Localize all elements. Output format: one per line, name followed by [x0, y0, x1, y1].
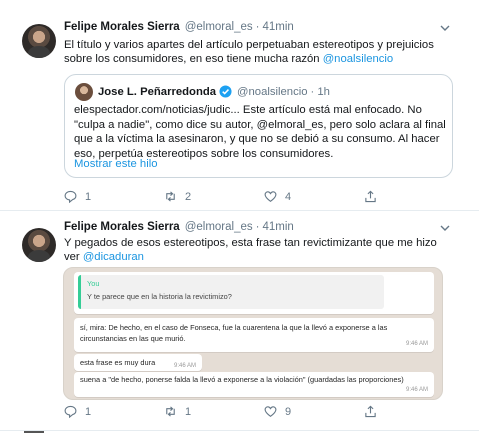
author-name[interactable]: Felipe Morales Sierra — [64, 21, 180, 33]
like-count: 9 — [285, 405, 292, 418]
chat-bubble: You Y te parece que en la historia la re… — [74, 272, 434, 314]
tweet-text-line: El título y varios apartes del artículo … — [64, 39, 434, 51]
dot-separator: · — [255, 21, 260, 33]
share-icon — [365, 190, 376, 203]
tweet-header: Felipe Morales Sierra @elmoral_es · 41mi… — [64, 21, 294, 33]
avatar[interactable] — [75, 83, 93, 101]
tweet-actions: 1 2 4 — [64, 190, 385, 203]
reply-icon — [64, 405, 77, 418]
retweet-icon — [166, 406, 175, 417]
chat-message-text: esta frase es muy dura — [80, 358, 156, 367]
heart-icon — [264, 406, 277, 418]
quoted-tweet-text: elespectador.com/noticias/judic... Este … — [74, 104, 446, 160]
chat-timestamp: 9:46 AM — [173, 363, 196, 369]
chat-message-text: suena a "de hecho, ponerse falda la llev… — [80, 375, 404, 384]
tweet-text: El título y varios apartes del artículo … — [64, 38, 459, 66]
reply-icon — [64, 190, 77, 203]
quoted-message: You Y te parece que en la historia la re… — [78, 275, 384, 309]
reply-button[interactable]: 1 — [64, 405, 164, 418]
attached-image[interactable]: You Y te parece que en la historia la re… — [63, 267, 443, 400]
tweet-2[interactable]: Felipe Morales Sierra @elmoral_es · 41mi… — [0, 211, 479, 431]
retweet-button[interactable]: 2 — [164, 190, 264, 203]
verified-badge-icon — [219, 85, 232, 98]
chevron-down-icon[interactable] — [439, 22, 451, 34]
retweet-count: 1 — [185, 405, 192, 418]
quoted-tweet-header: Jose L. Peñarredonda @noalsilencio · 1h — [98, 85, 330, 98]
avatar[interactable] — [22, 228, 56, 262]
quoted-tweet-time[interactable]: 1h — [317, 86, 330, 98]
like-count: 4 — [285, 190, 292, 203]
tweet-actions: 1 1 9 — [64, 405, 385, 418]
tweet-1[interactable]: Felipe Morales Sierra @elmoral_es · 41mi… — [0, 0, 479, 211]
mention-link[interactable]: @noalsilencio — [323, 53, 394, 65]
quoted-author-name[interactable]: Jose L. Peñarredonda — [98, 86, 216, 98]
retweet-count: 2 — [185, 190, 192, 203]
dot-separator: · — [255, 221, 260, 233]
reply-count: 1 — [85, 190, 92, 203]
author-handle[interactable]: @elmoral_es — [185, 221, 253, 233]
tweet-time[interactable]: 41min — [262, 221, 293, 233]
retweet-button[interactable]: 1 — [164, 405, 264, 418]
chat-bubble: esta frase es muy dura 9:46 AM — [74, 354, 202, 371]
tweet-text: Y pegados de esos estereotipos, esta fra… — [64, 236, 459, 264]
tweet-text-line: Y pegados de esos estereotipos, esta fra… — [64, 237, 437, 249]
chat-bubble: suena a "de hecho, ponerse falda la llev… — [74, 372, 434, 397]
next-tweet-edge — [24, 431, 44, 436]
share-icon — [365, 405, 376, 418]
tweet-text-line: ver — [64, 251, 83, 263]
like-button[interactable]: 9 — [264, 405, 364, 418]
reply-button[interactable]: 1 — [64, 190, 164, 203]
chat-timestamp: 9:46 AM — [405, 387, 428, 393]
avatar[interactable] — [22, 24, 56, 58]
tweet-time[interactable]: 41min — [262, 21, 293, 33]
quoted-tweet[interactable]: Jose L. Peñarredonda @noalsilencio · 1h … — [64, 74, 453, 178]
tweet-text-line: sobre los consumidores, en eso tiene muc… — [64, 53, 323, 65]
retweet-icon — [166, 191, 175, 202]
dot-separator: · — [310, 85, 315, 98]
quoted-author-handle[interactable]: @noalsilencio — [237, 86, 308, 98]
chevron-down-icon[interactable] — [439, 222, 451, 234]
heart-icon — [264, 191, 277, 203]
chat-bubble: sí, mira: De hecho, en el caso de Fonsec… — [74, 318, 434, 352]
author-handle[interactable]: @elmoral_es — [185, 21, 253, 33]
quoted-message-author: You — [87, 279, 100, 288]
chat-message-text: sí, mira: De hecho, en el caso de Fonsec… — [80, 323, 388, 343]
reply-count: 1 — [85, 405, 92, 418]
chat-timestamp: 9:46 AM — [405, 341, 428, 347]
tweet-header: Felipe Morales Sierra @elmoral_es · 41mi… — [64, 221, 294, 233]
author-name[interactable]: Felipe Morales Sierra — [64, 221, 180, 233]
like-button[interactable]: 4 — [264, 190, 364, 203]
share-button[interactable] — [364, 405, 385, 418]
quoted-message-text: Y te parece que en la historia la revict… — [87, 292, 232, 301]
mention-link[interactable]: @dicaduran — [83, 251, 144, 263]
show-thread-link[interactable]: Mostrar este hilo — [74, 158, 158, 170]
share-button[interactable] — [364, 190, 385, 203]
